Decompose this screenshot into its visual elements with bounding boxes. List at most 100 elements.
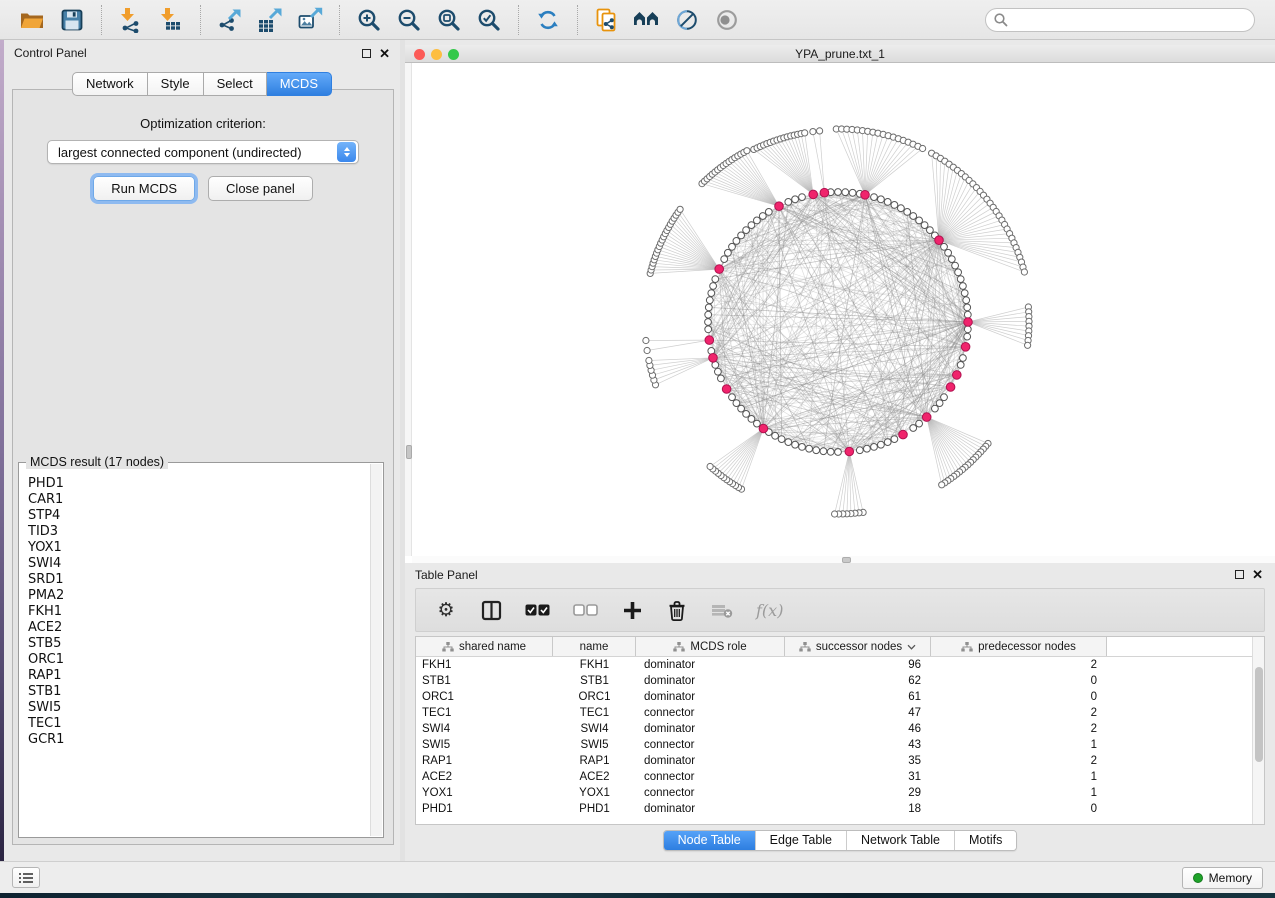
unselect-all-button[interactable] bbox=[573, 597, 598, 623]
network-node[interactable] bbox=[705, 326, 712, 333]
network-node[interactable] bbox=[964, 304, 971, 311]
mcds-result-item[interactable]: TID3 bbox=[28, 524, 370, 540]
mcds-result-item[interactable]: SRD1 bbox=[28, 572, 370, 588]
network-node[interactable] bbox=[820, 448, 827, 455]
network-node[interactable] bbox=[878, 196, 885, 203]
network-node[interactable] bbox=[864, 445, 871, 452]
minimize-window-icon[interactable] bbox=[431, 49, 442, 60]
network-node[interactable] bbox=[706, 297, 713, 304]
mcds-result-list[interactable]: PHD1CAR1STP4TID3YOX1SWI4SRD1PMA2FKH1ACE2… bbox=[20, 464, 370, 836]
network-node[interactable] bbox=[785, 439, 792, 446]
tab-network[interactable]: Network bbox=[72, 72, 148, 96]
close-table-panel-icon[interactable]: ✕ bbox=[1252, 568, 1263, 581]
network-canvas-svg[interactable] bbox=[405, 63, 1275, 563]
network-node[interactable] bbox=[748, 416, 755, 423]
network-node[interactable] bbox=[733, 400, 740, 407]
network-node[interactable] bbox=[705, 319, 712, 326]
mcds-result-item[interactable]: YOX1 bbox=[28, 540, 370, 556]
network-node[interactable] bbox=[792, 196, 799, 203]
select-all-button[interactable] bbox=[525, 597, 550, 623]
network-hub-node[interactable] bbox=[961, 343, 970, 352]
network-node[interactable] bbox=[827, 448, 834, 455]
network-node[interactable] bbox=[743, 411, 750, 418]
network-node[interactable] bbox=[738, 232, 745, 239]
network-hub-node[interactable] bbox=[922, 413, 931, 422]
clone-network-button[interactable] bbox=[590, 4, 624, 36]
mcds-result-item[interactable]: ORC1 bbox=[28, 652, 370, 668]
zoom-selected-button[interactable] bbox=[472, 4, 506, 36]
network-hub-node[interactable] bbox=[899, 430, 908, 439]
tab-network-table[interactable]: Network Table bbox=[846, 831, 954, 850]
network-node[interactable] bbox=[921, 222, 928, 229]
network-leaf-node[interactable] bbox=[744, 148, 750, 154]
network-node[interactable] bbox=[891, 202, 898, 209]
show-hidden-button[interactable] bbox=[710, 4, 744, 36]
network-canvas[interactable] bbox=[405, 63, 1275, 563]
save-session-button[interactable] bbox=[55, 4, 89, 36]
mcds-result-item[interactable]: PMA2 bbox=[28, 588, 370, 604]
network-node[interactable] bbox=[957, 276, 964, 283]
network-leaf-node[interactable] bbox=[802, 130, 808, 136]
network-hub-node[interactable] bbox=[759, 424, 768, 433]
mcds-result-item[interactable]: STB1 bbox=[28, 684, 370, 700]
column-header-successor-nodes[interactable]: successor nodes bbox=[785, 637, 931, 656]
column-header-predecessor-nodes[interactable]: predecessor nodes bbox=[931, 637, 1107, 656]
tab-motifs[interactable]: Motifs bbox=[954, 831, 1016, 850]
table-row[interactable]: ACE2ACE2connector311 bbox=[416, 769, 1264, 785]
export-image-button[interactable] bbox=[293, 4, 327, 36]
network-hub-node[interactable] bbox=[820, 188, 829, 197]
add-row-button[interactable] bbox=[621, 597, 643, 623]
network-node[interactable] bbox=[904, 209, 911, 216]
network-node[interactable] bbox=[948, 256, 955, 263]
network-node[interactable] bbox=[941, 394, 948, 401]
network-node[interactable] bbox=[842, 189, 849, 196]
network-leaf-node[interactable] bbox=[1021, 269, 1027, 275]
network-node[interactable] bbox=[743, 227, 750, 234]
network-leaf-node[interactable] bbox=[677, 206, 683, 212]
network-node[interactable] bbox=[941, 243, 948, 250]
mcds-result-item[interactable]: GCR1 bbox=[28, 732, 370, 748]
network-node[interactable] bbox=[835, 189, 842, 196]
column-header-shared-name[interactable]: shared name bbox=[416, 637, 553, 656]
mcds-result-item[interactable]: STB5 bbox=[28, 636, 370, 652]
zoom-in-button[interactable] bbox=[352, 4, 386, 36]
network-node[interactable] bbox=[759, 213, 766, 220]
table-settings-button[interactable]: ⚙ bbox=[435, 597, 457, 623]
optimization-criterion-dropdown[interactable]: largest connected component (undirected) bbox=[47, 140, 359, 164]
network-node[interactable] bbox=[964, 333, 971, 340]
network-leaf-node[interactable] bbox=[1025, 342, 1031, 348]
network-hub-node[interactable] bbox=[861, 191, 870, 200]
table-row[interactable]: STB1STB1dominator620 bbox=[416, 673, 1264, 689]
table-row[interactable]: SWI4SWI4dominator462 bbox=[416, 721, 1264, 737]
mcds-result-item[interactable]: SWI5 bbox=[28, 700, 370, 716]
network-hub-node[interactable] bbox=[946, 383, 955, 392]
function-builder-button[interactable]: f(x) bbox=[756, 597, 783, 623]
network-node[interactable] bbox=[705, 311, 712, 318]
network-node[interactable] bbox=[963, 297, 970, 304]
import-network-button[interactable] bbox=[114, 4, 148, 36]
network-hub-node[interactable] bbox=[964, 318, 973, 327]
close-window-icon[interactable] bbox=[414, 49, 425, 60]
network-hub-node[interactable] bbox=[845, 447, 854, 456]
network-hscroll-thumb[interactable] bbox=[842, 557, 851, 563]
network-hub-node[interactable] bbox=[709, 354, 718, 363]
search-input[interactable] bbox=[985, 8, 1255, 32]
network-hub-node[interactable] bbox=[715, 265, 724, 274]
network-node[interactable] bbox=[952, 262, 959, 269]
tab-mcds[interactable]: MCDS bbox=[267, 72, 332, 96]
network-node[interactable] bbox=[835, 449, 842, 456]
network-node[interactable] bbox=[960, 283, 967, 290]
tab-node-table[interactable]: Node Table bbox=[664, 831, 755, 850]
network-node[interactable] bbox=[961, 290, 968, 297]
table-row[interactable]: RAP1RAP1dominator352 bbox=[416, 753, 1264, 769]
network-node[interactable] bbox=[871, 194, 878, 201]
network-node[interactable] bbox=[708, 290, 715, 297]
network-hub-node[interactable] bbox=[935, 236, 944, 245]
network-leaf-node[interactable] bbox=[643, 337, 649, 343]
network-horizontal-scrollbar[interactable] bbox=[412, 556, 1275, 563]
network-window-titlebar[interactable]: YPA_prune.txt_1 bbox=[405, 45, 1275, 63]
network-node[interactable] bbox=[729, 394, 736, 401]
network-node[interactable] bbox=[721, 256, 728, 263]
close-panel-button[interactable]: Close panel bbox=[208, 176, 313, 201]
network-node[interactable] bbox=[884, 199, 891, 206]
